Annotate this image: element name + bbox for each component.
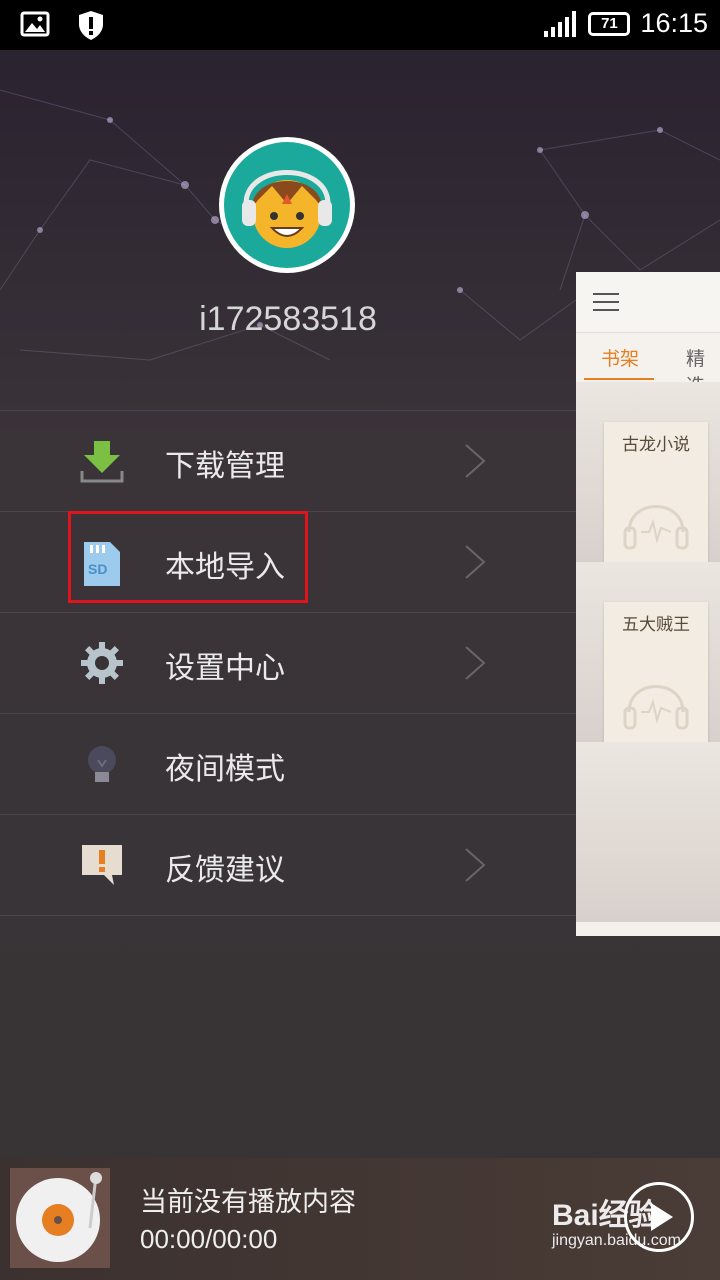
menu-label: 反馈建议	[165, 853, 285, 888]
menu-item-feedback[interactable]: 反馈建议	[0, 814, 576, 916]
book-title: 古龙小说	[622, 435, 690, 455]
chevron-right-icon	[465, 646, 486, 680]
active-tab-indicator	[584, 378, 654, 380]
book-title: 五大贼王	[622, 615, 690, 635]
menu-label: 下载管理	[165, 449, 285, 484]
menu-item-download[interactable]: 下载管理	[0, 410, 576, 511]
signal-icon	[544, 10, 577, 37]
lightbulb-icon	[88, 746, 116, 782]
now-playing-text: 当前没有播放内容	[140, 1187, 356, 1218]
chevron-right-icon	[465, 545, 486, 579]
download-icon	[80, 441, 124, 483]
preview-tabs: 书架 精选	[576, 334, 720, 397]
watermark-url: jingyan.baidu.com	[552, 1232, 681, 1249]
headphones-icon	[623, 505, 689, 550]
baidu-watermark: Bai经验 jingyan.baidu.com	[552, 1200, 681, 1250]
menu-item-settings[interactable]: 设置中心	[0, 612, 576, 713]
menu-label: 设置中心	[165, 651, 285, 686]
preview-toolbar	[576, 272, 720, 333]
username: i172583518	[199, 300, 377, 338]
chevron-right-icon	[465, 444, 486, 478]
battery-indicator: 71	[588, 11, 631, 36]
chevron-right-icon	[465, 848, 486, 882]
avatar-face-icon	[242, 170, 332, 248]
user-avatar[interactable]	[219, 137, 355, 273]
battery-level: 71	[601, 15, 618, 32]
album-art	[10, 1168, 110, 1268]
gear-icon	[81, 642, 123, 684]
highlight-box	[68, 511, 308, 603]
menu-label: 夜间模式	[165, 752, 285, 787]
hamburger-menu-icon[interactable]	[593, 292, 619, 312]
book-row-3-bg	[576, 742, 720, 922]
headphones-icon	[623, 685, 689, 730]
feedback-icon	[82, 845, 122, 885]
playback-time: 00:00/00:00	[140, 1224, 278, 1254]
tab-bookshelf[interactable]: 书架	[601, 344, 639, 371]
main-content-preview[interactable]: 书架 精选 古龙小说 五大贼王	[576, 272, 720, 936]
book-card[interactable]: 五大贼王	[604, 602, 708, 742]
vinyl-disc-icon	[16, 1172, 102, 1262]
shield-icon	[79, 11, 103, 40]
book-card[interactable]: 古龙小说	[604, 422, 708, 562]
image-notification-icon	[20, 11, 50, 37]
menu-item-night-mode[interactable]: 夜间模式	[0, 713, 576, 814]
watermark-logo: Bai经验	[552, 1199, 659, 1232]
clock: 16:15	[640, 8, 708, 38]
status-bar: 71 16:15	[0, 0, 720, 50]
